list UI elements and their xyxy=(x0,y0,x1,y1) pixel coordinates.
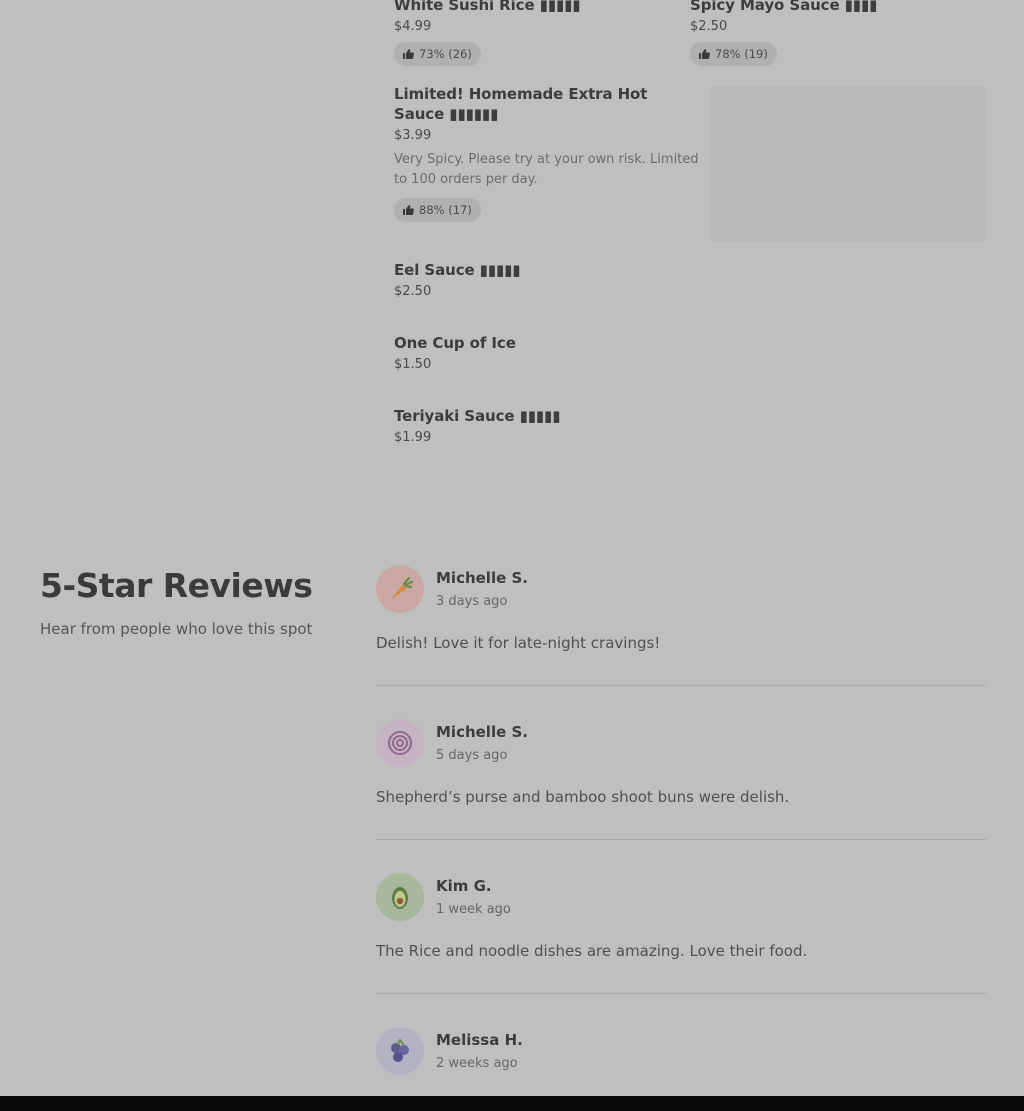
item-description: Very Spicy. Please try at your own risk.… xyxy=(394,152,699,187)
review-date: 5 days ago xyxy=(436,747,508,763)
carrot-icon xyxy=(376,565,424,613)
menu-item-teriyaki-sauce[interactable]: Teriyaki Sauce ▮▮▮▮▮ $1.99 xyxy=(394,406,986,447)
thumbs-up-icon xyxy=(403,205,414,215)
rating-badge: 78% (19) xyxy=(690,42,777,66)
item-price: $4.99 xyxy=(394,19,432,34)
reviews-title: 5-Star Reviews xyxy=(40,566,313,605)
review-text: The Rice and noodle dishes are amazing. … xyxy=(376,942,808,960)
item-name: White Sushi Rice ▮▮▮▮▮ xyxy=(394,0,581,14)
item-image-placeholder xyxy=(710,86,986,242)
item-name: One Cup of Ice xyxy=(394,334,516,352)
item-name: Eel Sauce ▮▮▮▮▮ xyxy=(394,261,521,279)
review-date: 2 weeks ago xyxy=(436,1055,518,1071)
item-price: $2.50 xyxy=(394,284,432,299)
rating-text: 73% (26) xyxy=(419,47,472,61)
review-date: 3 days ago xyxy=(436,593,508,609)
reviewer-name: Kim G. xyxy=(436,876,492,895)
item-price: $1.99 xyxy=(394,430,432,445)
menu-item-cup-of-ice[interactable]: One Cup of Ice $1.50 xyxy=(394,333,986,374)
menu-item-eel-sauce[interactable]: Eel Sauce ▮▮▮▮▮ $2.50 xyxy=(394,260,986,301)
menu-item-spicy-mayo-sauce[interactable]: Spicy Mayo Sauce ▮▮▮▮ $2.50 78% (19) xyxy=(690,0,986,66)
bottom-bar xyxy=(0,1096,1024,1111)
thumbs-up-icon xyxy=(403,49,414,59)
rating-badge: 73% (26) xyxy=(394,42,481,66)
reviews-subtitle: Hear from people who love this spot xyxy=(40,620,313,638)
menu-item-extra-hot-sauce[interactable]: Limited! Homemade Extra Hot Sauce ▮▮▮▮▮▮… xyxy=(394,84,986,242)
reviews-list: Michelle S. 3 days ago Delish! Love it f… xyxy=(376,565,986,1111)
reviewer-name: Michelle S. xyxy=(436,568,528,587)
review-date: 1 week ago xyxy=(436,901,511,917)
menu-items-section: White Sushi Rice ▮▮▮▮▮ $4.99 73% (26) Sp… xyxy=(394,0,986,447)
item-price: $3.99 xyxy=(394,128,432,143)
rating-text: 88% (17) xyxy=(419,203,472,217)
review-text: Shepherd’s purse and bamboo shoot buns w… xyxy=(376,788,790,806)
review-card: Michelle S. 5 days ago Shepherd’s purse … xyxy=(376,719,986,840)
item-name: Teriyaki Sauce ▮▮▮▮▮ xyxy=(394,407,561,425)
rating-badge: 88% (17) xyxy=(394,198,481,222)
review-card: Melissa H. 2 weeks ago xyxy=(376,1027,986,1106)
review-card: Kim G. 1 week ago The Rice and noodle di… xyxy=(376,873,986,994)
onion-icon xyxy=(376,719,424,767)
review-card: Michelle S. 3 days ago Delish! Love it f… xyxy=(376,565,986,686)
item-name: Limited! Homemade Extra Hot Sauce ▮▮▮▮▮▮ xyxy=(394,85,648,123)
item-name: Spicy Mayo Sauce ▮▮▮▮ xyxy=(690,0,878,14)
item-price: $2.50 xyxy=(690,19,728,34)
menu-item-white-sushi-rice[interactable]: White Sushi Rice ▮▮▮▮▮ $4.99 73% (26) xyxy=(394,0,690,66)
blueberry-icon xyxy=(376,1027,424,1075)
reviewer-name: Melissa H. xyxy=(436,1030,523,1049)
reviewer-name: Michelle S. xyxy=(436,722,528,741)
review-text: Delish! Love it for late-night cravings! xyxy=(376,634,661,652)
rating-text: 78% (19) xyxy=(715,47,768,61)
item-price: $1.50 xyxy=(394,357,432,372)
avocado-icon xyxy=(376,873,424,921)
thumbs-up-icon xyxy=(699,49,710,59)
reviews-header: 5-Star Reviews Hear from people who love… xyxy=(40,566,340,640)
